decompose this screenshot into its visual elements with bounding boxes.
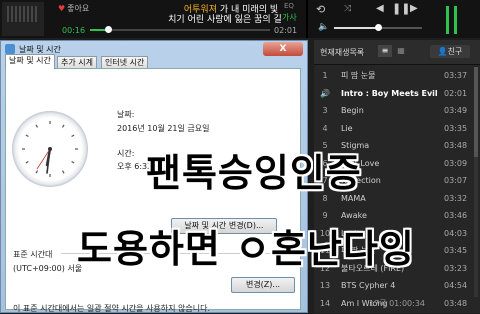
date-value: 2016년 10월 21일 금요일 [117,124,210,133]
lyrics-button[interactable]: 가사 [282,12,297,23]
clock-icon [5,44,15,54]
time-current: 00:16 [62,26,86,35]
track-duration: 03:45 [444,246,468,255]
volume-fill [334,27,378,29]
track-duration: 03:23 [444,263,468,273]
track-row[interactable]: 🔊 Intro : Boy Meets Evil 02:01 [314,85,474,103]
volume-icon[interactable]: 🔈 [318,22,329,32]
scrollbar-thumb[interactable] [474,67,478,157]
next-icon[interactable]: ▶ [410,3,418,14]
friends-label: 친구 [447,47,463,56]
track-duration: 03:37 [444,71,468,80]
track-duration: 03:48 [444,141,468,150]
shuffle-icon[interactable]: ⤨ [344,4,351,14]
track-number: 4 [322,123,328,133]
track-title: Begin [341,106,364,115]
track-duration: 03:49 [444,106,468,115]
track-duration: 04:54 [444,281,468,290]
time-label: 시간: [117,149,135,158]
track-row[interactable]: 1 피 땀 눈물 03:37 [314,67,474,85]
divider [306,0,308,38]
like-button[interactable]: ♥ 좋아요 [58,3,89,14]
track-number: 1 [322,71,328,80]
close-button[interactable]: X [263,42,303,56]
track-duration: 04:03 [444,228,468,238]
heart-icon: ♥ [58,4,66,13]
timezone-header: 표준 시간대 [13,250,53,259]
volume-handle[interactable] [375,24,382,31]
list-icon[interactable]: ≡ [378,45,392,57]
overlay-text-line2: 도용하면 ㅇ혼난다잉 [77,227,415,271]
like-label: 좋아요 [67,4,90,13]
track-number: 3 [322,106,328,115]
playlist-status: 17곡 01:00:34 [368,299,425,308]
pause-indicator-icon[interactable] [446,6,458,34]
tab-now-playing[interactable]: 현재재생목록 [320,47,364,58]
change-timezone-button[interactable]: 변경(Z)... [231,277,295,293]
tab-date-time[interactable]: 날짜 및 시간 [5,54,55,69]
player-bar: ♥ 좋아요 어투워져 가 내 미래의 빛 치기 어린 사랑에 잃은 꿈의 길 EQ… [0,0,480,38]
track-duration: 03:35 [444,123,468,133]
grid-icon[interactable]: ▦ [394,45,408,57]
eq-button[interactable]: EQ [284,2,294,10]
playlist-tabs: 현재재생목록 ≡ ▦ 👤친구 [314,40,480,65]
progress-handle[interactable] [105,26,112,33]
overlay-text-line1: 팬톡승잉인증 [146,151,362,195]
track-duration: 03:07 [444,176,468,185]
pause-icon[interactable]: ❚❚ [392,2,410,15]
friends-button[interactable]: 👤친구 [430,45,470,58]
track-row[interactable]: 13 BTS Cypher 4 04:54 [314,277,474,295]
repeat-icon[interactable]: ⟲ [316,3,325,16]
track-title: Lie [341,123,353,133]
track-duration: 03:46 [444,211,468,220]
timezone-value: (UTC+09:00) 서울 [13,264,83,273]
volume-slider[interactable] [334,24,422,31]
track-duration: 02:01 [444,88,468,98]
scrollbar[interactable] [474,67,478,297]
time-total: 02:01 [274,26,298,35]
track-duration: 03:09 [444,158,468,168]
track-title: 피 땀 눈물 [341,71,376,80]
track-duration: 03:32 [444,193,468,203]
clock-face [22,121,78,177]
track-title: Intro : Boy Meets Evil [341,88,438,98]
track-row[interactable]: 3 Begin 03:49 [314,102,474,120]
speaker-icon: 🔊 [320,88,330,98]
track-number: 13 [319,281,331,290]
date-label: 날짜: [117,110,135,119]
dst-note: 이 표준 시간대에서는 일광 절약 시간을 사용하지 않습니다. [13,304,210,313]
analog-clock [12,111,88,187]
progress-bar[interactable] [90,26,270,33]
track-title: BTS Cypher 4 [341,281,396,290]
album-logo [7,6,37,22]
bar-left [446,6,449,34]
person-icon: 👤 [437,47,448,56]
bar-right [454,6,457,34]
track-row[interactable]: 4 Lie 03:35 [314,120,474,138]
album-art[interactable] [2,2,44,36]
prev-icon[interactable]: ◀ [376,3,384,14]
